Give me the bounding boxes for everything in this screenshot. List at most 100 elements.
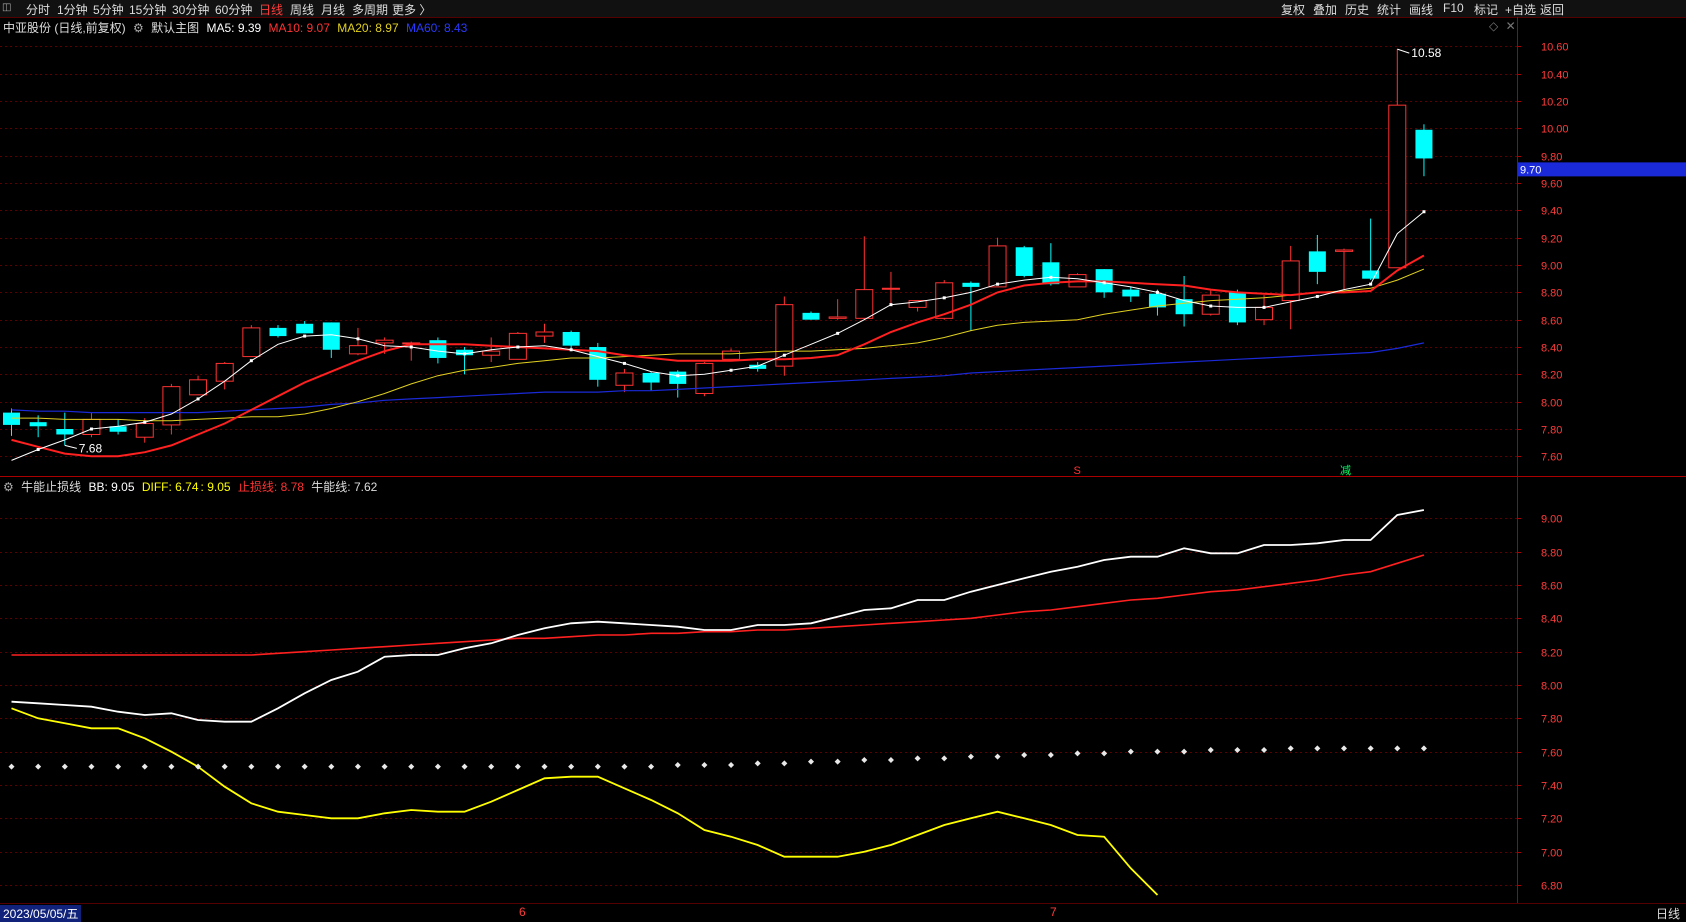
btn-overlay[interactable]: 叠加 xyxy=(1313,1,1337,18)
btn-adjust[interactable]: 复权 xyxy=(1281,1,1305,18)
candle-body xyxy=(348,345,367,355)
ma5-point xyxy=(1262,305,1266,309)
candle-body xyxy=(669,371,687,384)
bb-label: BB: 9.05 xyxy=(88,480,135,494)
main-tick-label: 10.20 xyxy=(1541,97,1569,109)
ma20-line xyxy=(11,268,1425,422)
ma5-point xyxy=(249,359,253,363)
tab-5min[interactable]: 5分钟 xyxy=(93,1,124,18)
bull-point xyxy=(1287,745,1294,752)
main-tick-label: 7.80 xyxy=(1541,425,1562,437)
tab-30min[interactable]: 30分钟 xyxy=(172,1,209,18)
main-tick-label: 8.20 xyxy=(1541,370,1562,382)
close-icon[interactable]: ✕ xyxy=(1506,19,1516,33)
indicator-settings-icon[interactable]: ⚙ xyxy=(3,480,14,494)
bull-point xyxy=(275,763,281,770)
candle-body xyxy=(135,423,154,438)
bull-point xyxy=(754,760,761,767)
main-tick-label: 9.00 xyxy=(1541,261,1562,273)
bull-point xyxy=(1341,745,1347,752)
diamond-icon[interactable]: ◇ xyxy=(1489,19,1498,33)
bull-point xyxy=(621,763,628,770)
candle-body xyxy=(508,332,527,360)
bull-point xyxy=(221,763,228,770)
bull-point xyxy=(1314,745,1321,752)
candle-body xyxy=(1122,289,1140,297)
ma5-point xyxy=(463,352,467,356)
candle-body xyxy=(375,339,394,344)
tab-weekly[interactable]: 周线 xyxy=(290,1,314,18)
btn-add-watchlist[interactable]: +自选 xyxy=(1505,1,1536,18)
bb-line xyxy=(11,509,1425,723)
bull-point xyxy=(541,763,548,770)
period-toolbar: ◫ 分时 1分钟 5分钟 15分钟 30分钟 60分钟 日线 周线 月线 多周期… xyxy=(0,0,1686,18)
bull-point xyxy=(248,763,255,770)
tab-60min[interactable]: 60分钟 xyxy=(215,1,252,18)
ma5-point xyxy=(89,427,93,431)
bull-point xyxy=(1127,748,1134,755)
candle-body xyxy=(1362,270,1380,279)
candle-body xyxy=(269,327,287,337)
menu-icon[interactable]: ◫ xyxy=(2,2,16,13)
bull-point xyxy=(461,763,468,770)
ma5-point xyxy=(196,397,200,401)
candle-body xyxy=(908,300,927,308)
price-axis: 10.60 10.40 10.20 10.00 9.80 9.60 9.40 9.20 9.00… xyxy=(1517,42,1686,893)
candle-body xyxy=(402,342,421,345)
kline-chart[interactable]: 10.58 7.68 S 减 10.60 10.40 10.20 10.00 9.80 9.60… xyxy=(0,0,1686,919)
bull-label: 牛能线: 7.62 xyxy=(311,480,378,494)
tab-daily[interactable]: 日线 xyxy=(259,1,283,18)
bull-point xyxy=(1420,745,1427,752)
main-tick-label: 9.20 xyxy=(1541,234,1562,246)
template-label[interactable]: 默认主图 xyxy=(151,21,199,35)
btn-back[interactable]: 返回 xyxy=(1540,1,1564,18)
candle-body xyxy=(322,322,340,350)
current-price-label: 9.70 xyxy=(1520,164,1541,176)
ma5-point xyxy=(36,448,40,452)
stop-label: 止损线: 8.78 xyxy=(237,480,304,494)
stop-line xyxy=(11,554,1425,656)
candle-body xyxy=(1388,104,1407,269)
ma10-line xyxy=(11,254,1425,458)
btn-f10[interactable]: F10 xyxy=(1443,1,1464,15)
btn-stats[interactable]: 统计 xyxy=(1377,1,1401,18)
current-price-box xyxy=(1518,162,1686,177)
candle-body xyxy=(1175,299,1193,315)
candle-body xyxy=(1068,274,1087,288)
ma5-point xyxy=(303,334,307,338)
high-pointer xyxy=(1397,48,1410,54)
bull-point xyxy=(408,763,415,770)
tab-monthly[interactable]: 月线 xyxy=(321,1,345,18)
indicator-name[interactable]: 牛能止损线 xyxy=(21,480,81,494)
candle-body xyxy=(482,350,501,356)
tab-15min[interactable]: 15分钟 xyxy=(129,1,166,18)
candle-body xyxy=(429,340,447,358)
tab-multi-period[interactable]: 多周期 xyxy=(352,1,388,18)
bull-point xyxy=(941,755,948,762)
bull-point xyxy=(115,763,122,770)
tab-1min[interactable]: 1分钟 xyxy=(57,1,88,18)
bull-point xyxy=(568,763,575,770)
btn-mark[interactable]: 标记 xyxy=(1474,1,1498,18)
btn-draw[interactable]: 画线 xyxy=(1409,1,1433,18)
tab-more[interactable]: 更多 〉 xyxy=(392,1,431,18)
candle-body xyxy=(1415,129,1433,159)
candle-body xyxy=(242,327,261,358)
bull-point xyxy=(728,762,735,768)
ma5-point xyxy=(836,331,840,335)
bull-point xyxy=(1181,748,1188,755)
bull-point xyxy=(195,763,202,770)
bull-point xyxy=(8,763,15,770)
ma10-label: MA10: 9.07 xyxy=(268,21,330,35)
sub-tick-label: 8.60 xyxy=(1541,581,1562,593)
bull-point xyxy=(514,763,521,770)
tab-intraday[interactable]: 分时 xyxy=(26,1,50,18)
settings-icon[interactable]: ⚙ xyxy=(133,21,144,35)
candle-body xyxy=(535,331,554,337)
ma5-point xyxy=(356,337,360,341)
bull-point xyxy=(1154,748,1161,755)
btn-history[interactable]: 历史 xyxy=(1345,1,1369,18)
ma5-point xyxy=(729,368,733,372)
bull-point xyxy=(88,763,95,770)
candle-body xyxy=(1335,249,1353,252)
